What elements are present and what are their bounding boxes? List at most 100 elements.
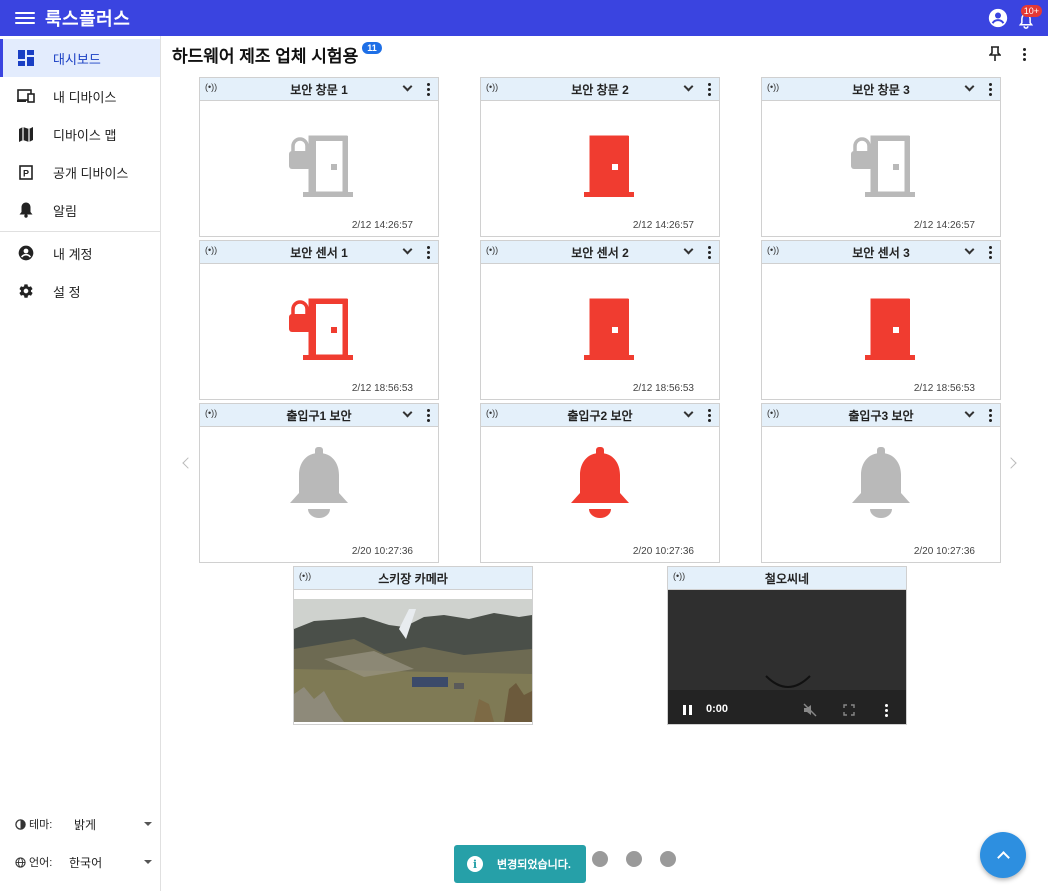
svg-text:P: P bbox=[23, 168, 29, 178]
bell-icon bbox=[848, 439, 914, 528]
more-options-icon[interactable] bbox=[427, 246, 430, 259]
timestamp: 2/12 14:26:57 bbox=[351, 220, 413, 231]
device-card[interactable]: (•)) 보안 창문 3 2/12 14:26:57 bbox=[761, 77, 1001, 237]
account-icon[interactable] bbox=[988, 8, 1008, 28]
app-bar: 룩스플러스 10+ bbox=[0, 0, 1048, 36]
card-header: (•)) 출입구1 보안 bbox=[200, 404, 438, 427]
card-title: 보안 센서 1 bbox=[290, 245, 348, 260]
signal-icon: (•)) bbox=[767, 245, 780, 255]
card-title: 보안 창문 1 bbox=[290, 82, 348, 97]
device-card[interactable]: (•)) 보안 창문 1 2/12 14:26:57 bbox=[199, 77, 439, 237]
chevron-down-icon bbox=[144, 860, 152, 864]
more-options-icon[interactable] bbox=[989, 246, 992, 259]
door-lock-icon bbox=[281, 113, 357, 205]
chevron-down-icon bbox=[144, 822, 152, 826]
theme-icon bbox=[15, 818, 26, 830]
signal-icon: (•)) bbox=[673, 571, 686, 581]
language-select[interactable]: 언어: 한국어 bbox=[0, 847, 160, 877]
sidebar-item-device-map[interactable]: 디바이스 맵 bbox=[0, 115, 160, 153]
video-card[interactable]: (•)) 철오씨네 0:00 bbox=[667, 566, 907, 725]
more-options-icon[interactable] bbox=[708, 409, 711, 422]
gear-icon bbox=[17, 282, 35, 300]
bell-icon bbox=[286, 439, 352, 528]
pause-icon[interactable] bbox=[683, 705, 692, 715]
video-player[interactable]: 0:00 bbox=[668, 590, 906, 724]
card-header: (•)) 보안 센서 3 bbox=[762, 241, 1000, 264]
camera-card[interactable]: (•)) 스키장 카메라 bbox=[293, 566, 533, 725]
sidebar-item-alerts[interactable]: 알림 bbox=[0, 191, 160, 229]
sidebar-item-label: 내 디바이스 bbox=[53, 89, 117, 105]
device-card[interactable]: (•)) 출입구1 보안 2/20 10:27:36 bbox=[199, 403, 439, 563]
timestamp: 2/20 10:27:36 bbox=[632, 546, 694, 557]
more-options-icon[interactable] bbox=[989, 83, 992, 96]
device-count-badge: 11 bbox=[362, 42, 382, 54]
page-dot[interactable] bbox=[660, 851, 676, 867]
sidebar-item-label: 대시보드 bbox=[53, 51, 101, 67]
fullscreen-icon[interactable] bbox=[843, 704, 855, 716]
theme-select[interactable]: 테마: 밝게 bbox=[0, 809, 160, 839]
card-body: 2/12 14:26:57 bbox=[481, 101, 719, 236]
timestamp: 2/12 18:56:53 bbox=[913, 383, 975, 394]
card-header: (•)) 출입구3 보안 bbox=[762, 404, 1000, 427]
device-card[interactable]: (•)) 보안 센서 2 2/12 18:56:53 bbox=[480, 240, 720, 400]
language-label: 언어: bbox=[29, 857, 53, 869]
more-options-icon[interactable] bbox=[427, 409, 430, 422]
language-value: 한국어 bbox=[69, 855, 103, 870]
notifications-button[interactable]: 10+ bbox=[1016, 3, 1042, 33]
card-title: 보안 창문 3 bbox=[852, 82, 910, 97]
info-icon: i bbox=[467, 856, 483, 872]
more-options-icon[interactable] bbox=[1023, 47, 1026, 61]
pin-icon[interactable] bbox=[989, 46, 1001, 62]
page-dot[interactable] bbox=[626, 851, 642, 867]
device-card[interactable]: (•)) 보안 센서 3 2/12 18:56:53 bbox=[761, 240, 1001, 400]
previous-page-arrow[interactable] bbox=[182, 457, 194, 469]
device-card[interactable]: (•)) 보안 창문 2 2/12 14:26:57 bbox=[480, 77, 720, 237]
door-icon bbox=[843, 276, 919, 368]
sidebar-item-my-account[interactable]: 내 계정 bbox=[0, 234, 160, 272]
sidebar-item-public-devices[interactable]: P 공개 디바이스 bbox=[0, 153, 160, 191]
theme-label: 테마: bbox=[29, 819, 53, 831]
video-frame bbox=[668, 675, 906, 724]
signal-icon: (•)) bbox=[205, 245, 218, 255]
card-title: 출입구3 보안 bbox=[848, 408, 914, 423]
door-icon bbox=[562, 276, 638, 368]
map-icon bbox=[17, 125, 35, 143]
more-options-icon[interactable] bbox=[708, 83, 711, 96]
more-options-icon[interactable] bbox=[989, 409, 992, 422]
card-title: 보안 센서 3 bbox=[852, 245, 910, 260]
device-card[interactable]: (•)) 출입구2 보안 2/20 10:27:36 bbox=[480, 403, 720, 563]
sidebar-item-label: 공개 디바이스 bbox=[53, 165, 129, 181]
timestamp: 2/20 10:27:36 bbox=[913, 546, 975, 557]
sidebar-divider bbox=[0, 231, 160, 232]
door-icon bbox=[562, 113, 638, 205]
card-header: (•)) 스키장 카메라 bbox=[294, 567, 532, 590]
bell-icon bbox=[567, 439, 633, 528]
door-lock-icon bbox=[281, 276, 357, 368]
scroll-to-top-button[interactable] bbox=[980, 832, 1026, 878]
more-options-icon[interactable] bbox=[708, 246, 711, 259]
sidebar-item-label: 설 정 bbox=[53, 284, 81, 300]
next-page-arrow[interactable] bbox=[1005, 457, 1017, 469]
card-header: (•)) 보안 창문 2 bbox=[481, 78, 719, 101]
menu-icon[interactable] bbox=[15, 10, 35, 26]
signal-icon: (•)) bbox=[767, 408, 780, 418]
device-card[interactable]: (•)) 보안 센서 1 2/12 18:56:53 bbox=[199, 240, 439, 400]
page-dot[interactable] bbox=[592, 851, 608, 867]
card-title: 철오씨네 bbox=[764, 571, 810, 586]
signal-icon: (•)) bbox=[486, 245, 499, 255]
device-card[interactable]: (•)) 출입구3 보안 2/20 10:27:36 bbox=[761, 403, 1001, 563]
mute-icon[interactable] bbox=[803, 703, 817, 717]
card-title: 스키장 카메라 bbox=[378, 571, 448, 586]
timestamp: 2/12 14:26:57 bbox=[632, 220, 694, 231]
door-lock-icon bbox=[843, 113, 919, 205]
sidebar-item-dashboard[interactable]: 대시보드 bbox=[0, 39, 160, 77]
card-body: 2/20 10:27:36 bbox=[481, 427, 719, 562]
video-more-options-icon[interactable] bbox=[885, 704, 888, 717]
more-options-icon[interactable] bbox=[427, 83, 430, 96]
account-icon bbox=[17, 244, 35, 262]
sidebar-item-label: 내 계정 bbox=[53, 246, 93, 262]
card-body: 2/12 14:26:57 bbox=[762, 101, 1000, 236]
card-body: 2/12 18:56:53 bbox=[762, 264, 1000, 399]
sidebar-item-my-devices[interactable]: 내 디바이스 bbox=[0, 77, 160, 115]
sidebar-item-settings[interactable]: 설 정 bbox=[0, 272, 160, 310]
